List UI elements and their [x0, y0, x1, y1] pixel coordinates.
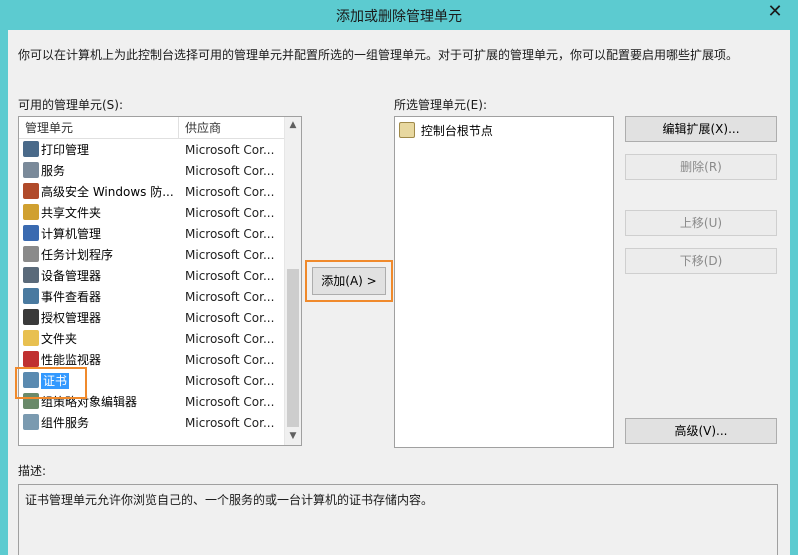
list-item-vendor: Microsoft Cor... [185, 416, 275, 430]
list-item-vendor: Microsoft Cor... [185, 290, 275, 304]
window-title: 添加或删除管理单元 [336, 9, 462, 25]
list-item-vendor: Microsoft Cor... [185, 164, 275, 178]
list-item-label: 性能监视器 [41, 353, 102, 367]
printer-icon [23, 141, 39, 157]
device-manager-icon [23, 267, 39, 283]
list-item-label: 任务计划程序 [41, 248, 114, 262]
list-item-name: 共享文件夹 [23, 203, 177, 224]
tree-node-console-root[interactable]: 控制台根节点 [399, 121, 493, 141]
folder-icon [23, 330, 39, 346]
edit-extensions-button[interactable]: 编辑扩展(X)... [625, 116, 777, 142]
list-item-vendor: Microsoft Cor... [185, 353, 275, 367]
dialog-client-area: 你可以在计算机上为此控制台选择可用的管理单元并配置所选的一组管理单元。对于可扩展… [8, 30, 790, 555]
list-item-label: 授权管理器 [41, 311, 102, 325]
list-item-label: 组件服务 [41, 416, 90, 430]
list-item-vendor: Microsoft Cor... [185, 227, 275, 241]
list-item-label: 打印管理 [41, 143, 90, 157]
list-item-name: 事件查看器 [23, 287, 177, 308]
title-bar[interactable]: 添加或删除管理单元 ✕ [0, 0, 798, 30]
list-item-vendor: Microsoft Cor... [185, 269, 275, 283]
list-item[interactable]: 计算机管理 Microsoft Cor... [19, 224, 285, 245]
list-item[interactable]: 任务计划程序 Microsoft Cor... [19, 245, 285, 266]
list-item-name: 授权管理器 [23, 308, 177, 329]
list-item[interactable]: 高级安全 Windows 防... Microsoft Cor... [19, 182, 285, 203]
authorization-icon [23, 309, 39, 325]
intro-text: 你可以在计算机上为此控制台选择可用的管理单元并配置所选的一组管理单元。对于可扩展… [18, 48, 739, 62]
list-item-vendor: Microsoft Cor... [185, 185, 275, 199]
list-item-label: 共享文件夹 [41, 206, 102, 220]
move-down-button[interactable]: 下移(D) [625, 248, 777, 274]
list-item-name: 服务 [23, 161, 177, 182]
list-item-name: 任务计划程序 [23, 245, 177, 266]
list-header: 管理单元 供应商 [19, 117, 285, 139]
column-header-snapin[interactable]: 管理单元 [19, 117, 179, 139]
dialog-window: 添加或删除管理单元 ✕ 你可以在计算机上为此控制台选择可用的管理单元并配置所选的… [0, 0, 798, 555]
tree-node-label: 控制台根节点 [420, 124, 493, 138]
column-header-vendor[interactable]: 供应商 [179, 117, 285, 139]
firewall-icon [23, 183, 39, 199]
gears-icon [23, 162, 39, 178]
advanced-button[interactable]: 高级(V)... [625, 418, 777, 444]
description-box: 证书管理单元允许你浏览自己的、一个服务的或一台计算机的证书存储内容。 [18, 484, 778, 555]
list-item[interactable]: 共享文件夹 Microsoft Cor... [19, 203, 285, 224]
clock-icon [23, 246, 39, 262]
selection-highlight-box [15, 367, 87, 399]
list-item[interactable]: 服务 Microsoft Cor... [19, 161, 285, 182]
list-item-vendor: Microsoft Cor... [185, 248, 275, 262]
list-item[interactable]: 设备管理器 Microsoft Cor... [19, 266, 285, 287]
scroll-down-icon[interactable]: ▼ [285, 428, 301, 445]
selected-snapins-label: 所选管理单元(E): [394, 98, 487, 112]
scroll-up-icon[interactable]: ▲ [285, 117, 301, 134]
folder-icon [399, 122, 415, 138]
list-item-label: 服务 [41, 164, 66, 178]
close-icon[interactable]: ✕ [758, 0, 792, 26]
list-item-name: 计算机管理 [23, 224, 177, 245]
list-item-vendor: Microsoft Cor... [185, 143, 275, 157]
list-item-name: 文件夹 [23, 329, 177, 350]
remove-button[interactable]: 删除(R) [625, 154, 777, 180]
component-services-icon [23, 414, 39, 430]
selected-snapins-list[interactable]: 控制台根节点 [394, 116, 614, 448]
list-item[interactable]: 事件查看器 Microsoft Cor... [19, 287, 285, 308]
performance-icon [23, 351, 39, 367]
list-item-label: 事件查看器 [41, 290, 102, 304]
scroll-thumb[interactable] [287, 269, 299, 427]
list-item-name: 组件服务 [23, 413, 177, 434]
add-button[interactable]: 添加(A) > [312, 267, 386, 295]
list-item-vendor: Microsoft Cor... [185, 206, 275, 220]
list-item-name: 设备管理器 [23, 266, 177, 287]
list-item[interactable]: 授权管理器 Microsoft Cor... [19, 308, 285, 329]
list-item-label: 文件夹 [41, 332, 78, 346]
available-snapins-label: 可用的管理单元(S): [18, 98, 124, 112]
list-item-name: 高级安全 Windows 防... [23, 182, 177, 203]
computer-management-icon [23, 225, 39, 241]
list-item-label: 设备管理器 [41, 269, 102, 283]
list-item[interactable]: 组件服务 Microsoft Cor... [19, 413, 285, 434]
list-item-vendor: Microsoft Cor... [185, 374, 275, 388]
list-item-vendor: Microsoft Cor... [185, 395, 275, 409]
list-item-vendor: Microsoft Cor... [185, 332, 275, 346]
list-item-label: 高级安全 Windows 防... [41, 185, 174, 199]
list-item[interactable]: 打印管理 Microsoft Cor... [19, 140, 285, 161]
description-label: 描述: [18, 464, 47, 478]
description-text: 证书管理单元允许你浏览自己的、一个服务的或一台计算机的证书存储内容。 [25, 493, 434, 507]
list-scrollbar[interactable]: ▲ ▼ [284, 117, 301, 445]
list-item-name: 打印管理 [23, 140, 177, 161]
event-viewer-icon [23, 288, 39, 304]
list-item-vendor: Microsoft Cor... [185, 311, 275, 325]
move-up-button[interactable]: 上移(U) [625, 210, 777, 236]
list-item[interactable]: 文件夹 Microsoft Cor... [19, 329, 285, 350]
list-item-label: 计算机管理 [41, 227, 102, 241]
shared-folder-icon [23, 204, 39, 220]
